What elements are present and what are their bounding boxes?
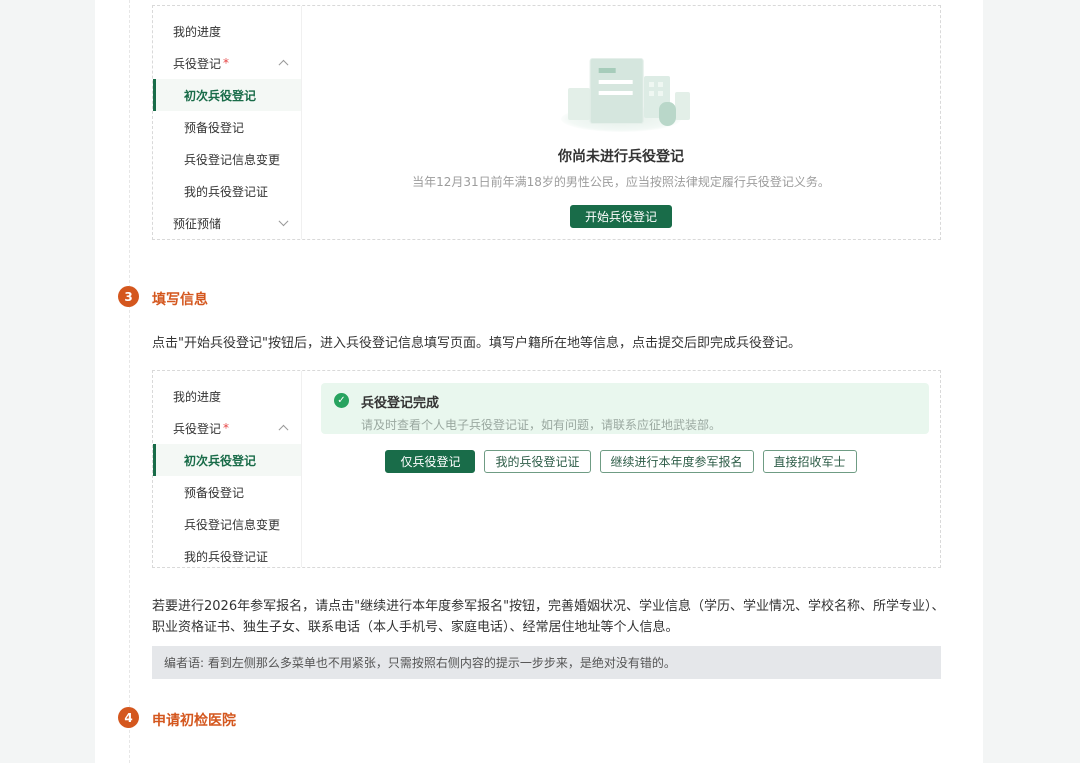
step-3-paragraph: 点击"开始兵役登记"按钮后，进入兵役登记信息填写页面。填写户籍所在地等信息，点击… [152, 333, 950, 354]
sidebar-item-label: 初次兵役登记 [184, 87, 256, 104]
sidebar-item-first-registration[interactable]: 初次兵役登记 [153, 444, 301, 476]
chevron-up-icon [279, 60, 289, 70]
sidebar-item-registration-info-change[interactable]: 兵役登记信息变更 [153, 508, 301, 540]
empty-state-desc: 当年12月31日前年满18岁的男性公民，应当按照法律规定履行兵役登记义务。 [302, 173, 940, 190]
page: 我的进度 兵役登记 * 初次兵役登记 预备役登记 兵役登记信息变更 我的兵役登记… [0, 0, 1080, 763]
sidebar-item-my-progress[interactable]: 我的进度 [153, 15, 301, 47]
sidebar-item-label: 预备役登记 [184, 119, 244, 136]
step-3-title: 填写信息 [152, 289, 208, 309]
sidebar-item-my-registration-cert[interactable]: 我的兵役登记证 [153, 540, 301, 572]
sidebar-item-registration-info-change[interactable]: 兵役登记信息变更 [153, 143, 301, 175]
document-illustration-icon [546, 56, 696, 128]
sidebar-item-military-registration[interactable]: 兵役登记 * [153, 412, 301, 444]
step-4-title: 申请初检医院 [152, 710, 236, 730]
chevron-down-icon [279, 216, 289, 226]
sidebar-item-label: 我的进度 [173, 23, 221, 40]
step-3-badge: 3 [118, 286, 139, 307]
sidebar-item-label: 初次兵役登记 [184, 452, 256, 469]
check-icon: ✓ [334, 393, 349, 408]
sidebar-item-label: 兵役登记信息变更 [184, 516, 280, 533]
sidebar-item-label: 我的兵役登记证 [184, 548, 268, 565]
chevron-up-icon [279, 425, 289, 435]
sidebar-item-label: 我的兵役登记证 [184, 183, 268, 200]
enlistment-info-paragraph: 若要进行2026年参军报名，请点击"继续进行本年度参军报名"按钮，完善婚姻状况、… [152, 596, 950, 638]
registration-panel-empty: 我的进度 兵役登记 * 初次兵役登记 预备役登记 兵役登记信息变更 我的兵役登记… [152, 5, 941, 240]
sidebar-item-my-progress[interactable]: 我的进度 [153, 380, 301, 412]
sidebar-item-pre-recruit[interactable]: 预征预储 [153, 207, 301, 239]
step-4-badge: 4 [118, 707, 139, 728]
sidebar-item-my-registration-cert[interactable]: 我的兵役登记证 [153, 175, 301, 207]
sidebar-item-label: 兵役登记信息变更 [184, 151, 280, 168]
continue-enlistment-signup-button[interactable]: 继续进行本年度参军报名 [600, 450, 754, 473]
panel1-main: 你尚未进行兵役登记 当年12月31日前年满18岁的男性公民，应当按照法律规定履行… [302, 6, 940, 239]
sidebar-item-label: 预征预储 [173, 215, 221, 232]
step-timeline-line [129, 0, 130, 763]
alert-title: 兵役登记完成 [361, 392, 915, 411]
registration-panel-complete: 我的进度 兵役登记 * 初次兵役登记 预备役登记 兵役登记信息变更 我的兵役登记… [152, 370, 941, 568]
panel1-sidebar: 我的进度 兵役登记 * 初次兵役登记 预备役登记 兵役登记信息变更 我的兵役登记… [153, 6, 302, 239]
sidebar-item-military-registration[interactable]: 兵役登记 * [153, 47, 301, 79]
my-registration-cert-button[interactable]: 我的兵役登记证 [484, 450, 590, 473]
editor-note: 编者语: 看到左侧那么多菜单也不用紧张，只需按照右侧内容的提示一步步来，是绝对没… [152, 646, 941, 679]
sidebar-item-label: 预备役登记 [184, 484, 244, 501]
direct-nco-recruit-button[interactable]: 直接招收军士 [763, 450, 857, 473]
sidebar-item-label: 兵役登记 [173, 55, 221, 72]
empty-state: 你尚未进行兵役登记 当年12月31日前年满18岁的男性公民，应当按照法律规定履行… [302, 56, 940, 228]
required-asterisk: * [223, 56, 229, 70]
empty-state-title: 你尚未进行兵役登记 [302, 146, 940, 166]
action-button-row: 仅兵役登记 我的兵役登记证 继续进行本年度参军报名 直接招收军士 [302, 450, 940, 473]
sidebar-item-label: 兵役登记 [173, 420, 221, 437]
required-asterisk: * [223, 421, 229, 435]
panel2-sidebar: 我的进度 兵役登记 * 初次兵役登记 预备役登记 兵役登记信息变更 我的兵役登记… [153, 371, 302, 567]
start-registration-button[interactable]: 开始兵役登记 [570, 205, 672, 228]
sidebar-item-reserve-registration[interactable]: 预备役登记 [153, 111, 301, 143]
panel2-main: ✓ 兵役登记完成 请及时查看个人电子兵役登记证，如有问题，请联系应征地武装部。 … [302, 371, 940, 567]
alert-desc: 请及时查看个人电子兵役登记证，如有问题，请联系应征地武装部。 [361, 416, 915, 433]
registration-only-button[interactable]: 仅兵役登记 [385, 450, 475, 473]
sidebar-item-label: 我的进度 [173, 388, 221, 405]
success-alert: ✓ 兵役登记完成 请及时查看个人电子兵役登记证，如有问题，请联系应征地武装部。 [321, 383, 929, 434]
sidebar-item-reserve-registration[interactable]: 预备役登记 [153, 476, 301, 508]
sidebar-item-first-registration[interactable]: 初次兵役登记 [153, 79, 301, 111]
